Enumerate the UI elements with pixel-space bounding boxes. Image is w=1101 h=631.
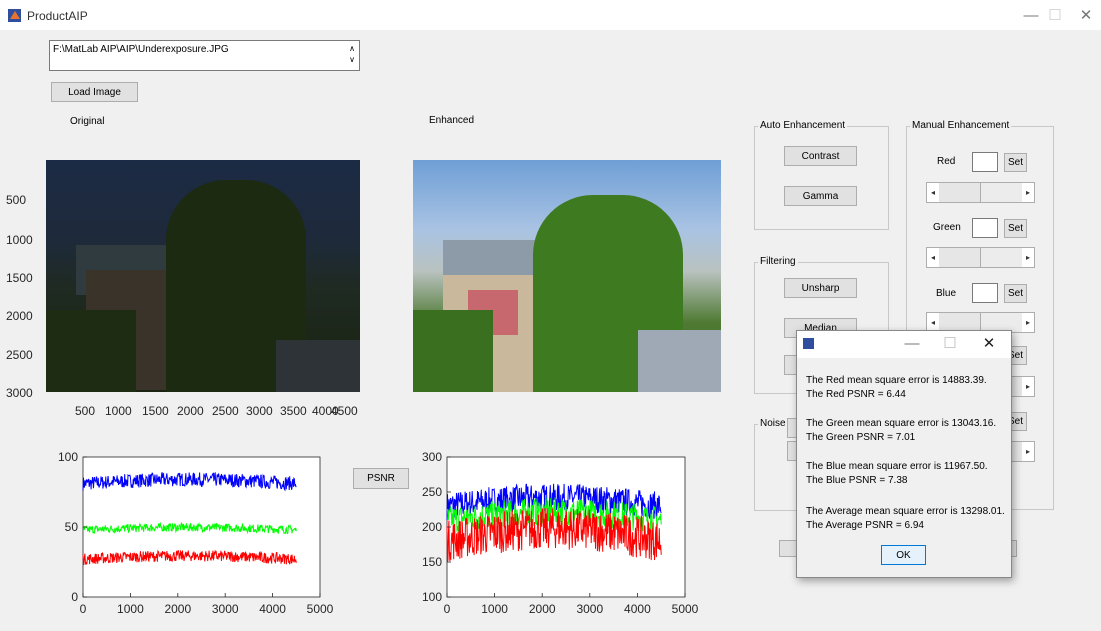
x-tick: 2000	[177, 404, 204, 418]
x-tick-label: 1000	[117, 602, 144, 616]
y-tick: 2000	[6, 309, 33, 323]
x-tick-label: 3000	[212, 602, 239, 616]
green-label: Green	[933, 222, 961, 233]
green-value-field[interactable]	[972, 218, 998, 238]
y-tick: 1000	[6, 233, 33, 247]
y-tick: 3000	[6, 386, 33, 400]
y-tick-label: 100	[422, 590, 442, 604]
x-tick-label: 0	[444, 602, 451, 616]
ok-button[interactable]: OK	[881, 545, 926, 565]
y-tick-label: 100	[58, 450, 78, 464]
x-tick-label: 5000	[307, 602, 334, 616]
maximize-button[interactable]: ☐	[1040, 6, 1070, 26]
slider-right-icon[interactable]: ▸	[1022, 313, 1034, 332]
x-tick-label: 2000	[164, 602, 191, 616]
avg-mse-text: The Average mean square error is 13298.0…	[806, 506, 1005, 517]
x-tick-label: 1000	[481, 602, 508, 616]
y-tick: 1500	[6, 271, 33, 285]
unsharp-button[interactable]: Unsharp	[784, 278, 857, 298]
dialog-close-button[interactable]: ✕	[974, 334, 1004, 354]
y-tick-label: 50	[65, 520, 79, 534]
blue-mse-text: The Blue mean square error is 11967.50.	[806, 461, 988, 472]
x-tick: 4500	[331, 404, 358, 418]
red-label: Red	[937, 156, 956, 167]
x-tick: 3000	[246, 404, 273, 418]
x-tick-label: 5000	[672, 602, 699, 616]
slider-thumb[interactable]	[980, 248, 1024, 267]
dialog-maximize-button[interactable]: ☐	[935, 334, 965, 354]
y-tick-label: 300	[422, 450, 442, 464]
psnr-button[interactable]: PSNR	[353, 468, 409, 489]
matlab-icon	[8, 9, 21, 22]
red-mse-text: The Red mean square error is 14883.39.	[806, 375, 987, 386]
y-tick-label: 250	[422, 485, 442, 499]
red-psnr-text: The Red PSNR = 6.44	[806, 389, 906, 400]
noise-title: Noise	[758, 418, 788, 429]
y-tick-label: 200	[422, 520, 442, 534]
blue-value-field[interactable]	[972, 283, 998, 303]
red-set-button[interactable]: Set	[1004, 153, 1027, 172]
slider-right-icon[interactable]: ▸	[1022, 248, 1034, 267]
x-tick: 500	[75, 404, 96, 418]
x-tick-label: 4000	[259, 602, 286, 616]
x-tick: 1500	[142, 404, 169, 418]
close-button[interactable]: ✕	[1071, 6, 1101, 26]
slider-thumb[interactable]	[980, 183, 1024, 202]
y-tick: 2500	[6, 348, 33, 362]
manual-enhancement-title: Manual Enhancement	[910, 120, 1012, 131]
matlab-icon	[803, 338, 814, 349]
window-title: ProductAIP	[27, 9, 88, 23]
x-tick-label: 3000	[576, 602, 603, 616]
scroll-up-icon[interactable]: ∧	[349, 44, 355, 53]
chart-original-intensity: 0 1000 2000 3000 4000 5000 0 50 100	[58, 450, 334, 616]
gamma-button[interactable]: Gamma	[784, 186, 857, 206]
slider-right-icon[interactable]: ▸	[1022, 183, 1034, 202]
red-slider[interactable]: ◂ ▸	[926, 182, 1035, 203]
chart-enhanced-intensity: 0 1000 2000 3000 4000 5000 100 150 200 250 300	[422, 450, 699, 616]
original-label: Original	[70, 116, 105, 127]
x-tick-label: 0	[80, 602, 87, 616]
blue-psnr-text: The Blue PSNR = 7.38	[806, 475, 908, 486]
filtering-title: Filtering	[758, 256, 798, 267]
enhanced-image	[413, 160, 721, 392]
blue-label: Blue	[936, 288, 957, 299]
enhanced-label: Enhanced	[429, 115, 475, 126]
y-tick-label: 150	[422, 555, 442, 569]
x-tick: 2500	[212, 404, 239, 418]
green-psnr-text: The Green PSNR = 7.01	[806, 432, 916, 443]
green-set-button[interactable]: Set	[1004, 219, 1027, 238]
contrast-button[interactable]: Contrast	[784, 146, 857, 166]
green-mse-text: The Green mean square error is 13043.16.	[806, 418, 997, 429]
red-value-field[interactable]	[972, 152, 998, 172]
blue-set-button[interactable]: Set	[1004, 284, 1027, 303]
scroll-down-icon[interactable]: ∨	[349, 55, 355, 64]
dialog-minimize-button[interactable]: —	[897, 334, 927, 354]
x-tick: 3500	[280, 404, 307, 418]
auto-enhancement-panel: Auto Enhancement Contrast Gamma	[754, 120, 889, 230]
x-tick-label: 2000	[529, 602, 556, 616]
x-tick: 1000	[105, 404, 132, 418]
psnr-dialog: — ☐ ✕ The Red mean square error is 14883…	[796, 330, 1012, 578]
y-tick-label: 0	[71, 590, 78, 604]
slider-right-icon[interactable]: ▸	[1022, 442, 1034, 461]
file-path-field[interactable]: F:\MatLab AIP\AIP\Underexposure.JPG ∧ ∨	[49, 40, 360, 71]
load-image-button[interactable]: Load Image	[51, 82, 138, 102]
slider-right-icon[interactable]: ▸	[1022, 377, 1034, 396]
dialog-title-bar: — ☐ ✕	[797, 331, 1011, 358]
y-tick: 500	[6, 193, 27, 207]
x-tick-label: 4000	[624, 602, 651, 616]
auto-enhancement-title: Auto Enhancement	[758, 120, 848, 131]
title-bar: ProductAIP — ☐ ✕	[0, 0, 1101, 30]
original-image	[46, 160, 360, 392]
slider-left-icon[interactable]: ◂	[927, 183, 939, 202]
green-slider[interactable]: ◂ ▸	[926, 247, 1035, 268]
avg-psnr-text: The Average PSNR = 6.94	[806, 520, 924, 531]
file-path-text: F:\MatLab AIP\AIP\Underexposure.JPG	[53, 44, 229, 55]
slider-left-icon[interactable]: ◂	[927, 248, 939, 267]
